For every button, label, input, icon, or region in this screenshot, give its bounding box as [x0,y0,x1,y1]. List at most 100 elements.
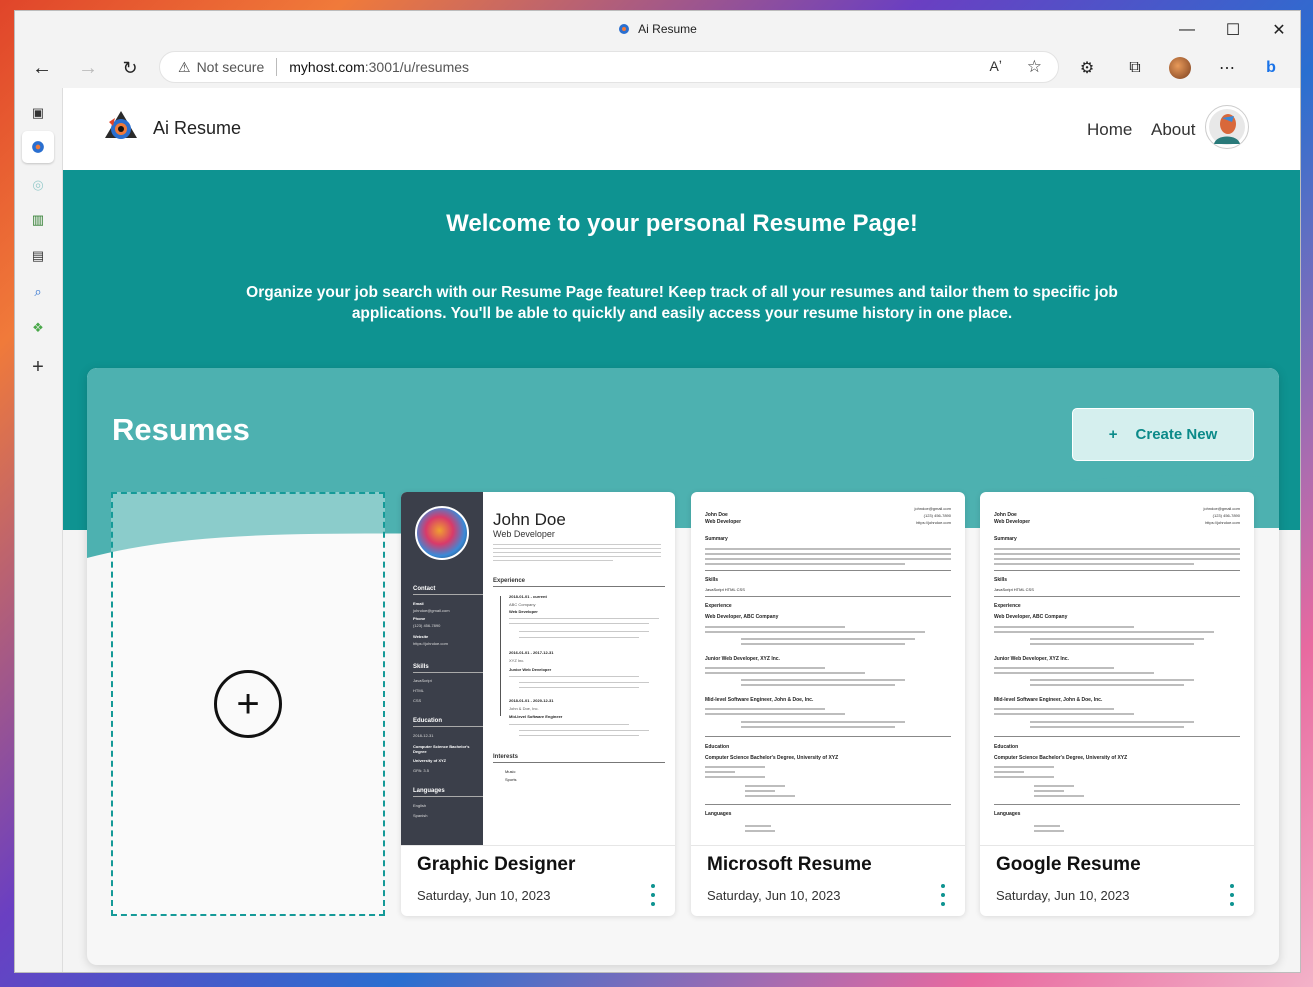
url-text[interactable]: myhost.com:3001/u/resumes [289,59,469,75]
thumb-text-line [1030,726,1184,728]
close-window-button[interactable]: ✕ [1256,11,1300,49]
ai-resume-logo[interactable] [101,108,141,148]
sidebar-tab-board-icon[interactable]: ▥ [26,208,50,232]
thumb-website: https://johndoe.com [916,520,951,525]
favorite-star-icon[interactable]: ☆ [1027,57,1042,77]
thumb-text-line [741,643,905,645]
thumb-text-line [519,682,649,683]
resume-card-graphic-designer[interactable]: John Doe Web Developer Contact Email joh… [401,492,675,916]
thumb-text-line [519,730,649,731]
thumb-text-line [493,560,613,561]
thumb-text-line [741,679,905,681]
collections-icon[interactable]: ⧉ [1123,56,1147,80]
add-plus-glyph: + [236,682,260,726]
user-avatar[interactable] [1205,105,1249,149]
thumb-job-company: XYZ Inc. [509,658,525,663]
thumb-role: Web Developer [493,529,555,539]
sidebar-tab-calendar-icon[interactable]: ▤ [26,244,50,268]
thumb-job-title: Junior Web Developer [509,667,552,672]
thumb-text-line [745,790,775,792]
thumb-text-line [705,626,845,628]
resume-thumbnail[interactable]: John Doe Web Developer johndoe@gmail.com… [980,492,1254,846]
brand-name[interactable]: Ai Resume [153,118,241,139]
sidebar-add-icon[interactable]: + [26,355,50,379]
more-menu-icon[interactable]: ⋯ [1215,56,1239,80]
thumb-skills-heading: Skills [994,577,1008,583]
thumb-job-title: Web Developer, ABC Company [705,614,779,620]
browser-window: Ai Resume — ☐ ✕ ← → ↻ ⚠ Not secure myhos… [14,10,1301,973]
sidebar-tab-leaf-icon[interactable]: ❖ [26,316,50,340]
thumb-experience-heading: Experience [994,603,1021,609]
refresh-button[interactable]: ↻ [115,53,145,83]
card-date: Saturday, Jun 10, 2023 [417,888,551,903]
thumb-education-heading: Education [705,744,730,750]
thumb-job-title: Mid-level Software Engineer [509,714,563,719]
thumb-language-item: Spanish [413,813,428,818]
resume-card-google[interactable]: John Doe Web Developer johndoe@gmail.com… [980,492,1254,916]
thumb-text-line [705,713,845,715]
thumb-language-item: English [413,803,427,808]
url-path: :3001/u/resumes [364,59,470,75]
nav-home-link[interactable]: Home [1087,120,1132,140]
resumes-panel: Resumes + Create New + John Doe Web Deve… [87,368,1279,965]
card-title[interactable]: Microsoft Resume [707,854,872,876]
browser-sidebar: ▣ ◎ ▥ ▤ ⌕ ❖ + [15,87,62,972]
new-resume-card[interactable]: + [111,492,385,916]
thumb-job-company: ABC Company [509,602,536,607]
forward-button[interactable]: → [73,53,103,83]
maximize-button[interactable]: ☐ [1210,11,1256,49]
nav-about-link[interactable]: About [1151,120,1195,140]
thumb-job-title: Web Developer, ABC Company [994,614,1068,620]
thumb-text-line [994,548,1240,550]
thumb-text-line [745,825,771,827]
thumb-skill-line: JavaScript HTML CSS [705,587,745,592]
resume-card-microsoft[interactable]: John Doe Web Developer johndoe@gmail.com… [691,492,965,916]
resume-thumbnail[interactable]: John Doe Web Developer johndoe@gmail.com… [691,492,965,846]
thumb-text-line [705,548,951,550]
thumb-text-line [1034,785,1074,787]
thumb-text-line [493,552,661,553]
address-bar[interactable]: ⚠ Not secure myhost.com:3001/u/resumes A… [159,51,1059,83]
sidebar-search-icon[interactable]: ⌕ [26,280,50,304]
extensions-icon[interactable]: ⚙ [1075,56,1099,80]
app-header: Ai Resume Home About [63,88,1300,170]
profile-avatar-icon[interactable] [1168,56,1192,80]
sidebar-tab-chatgpt-icon[interactable]: ◎ [26,173,50,197]
hero-title: Welcome to your personal Resume Page! [446,210,918,237]
thumb-name: John Doe [493,510,566,529]
thumb-phone-label: Phone [413,616,426,621]
window-title: Ai Resume [15,22,1300,36]
create-new-button[interactable]: + Create New [1072,408,1254,461]
minimize-button[interactable]: — [1164,11,1210,49]
sidebar-tab-ai-resume[interactable] [22,131,54,163]
read-aloud-icon[interactable]: Aʼ [990,58,1002,74]
thumb-name: John Doe [705,512,728,518]
thumb-email: johndoe@gmail.com [413,608,450,613]
thumb-summary-heading: Summary [705,536,728,542]
tab-actions-icon[interactable]: ▣ [26,101,50,125]
back-button[interactable]: ← [27,53,57,83]
thumb-job-title: Junior Web Developer, XYZ Inc. [705,656,780,662]
card-menu-icon[interactable] [1226,884,1238,906]
add-circle-icon[interactable]: + [214,670,282,738]
thumb-text-line [741,726,895,728]
thumb-text-line [705,553,951,555]
card-title[interactable]: Google Resume [996,854,1141,876]
thumb-text-line [1030,721,1194,723]
security-status[interactable]: Not secure [197,59,265,75]
thumb-rule [705,804,951,805]
thumb-experience-heading: Experience [493,578,665,587]
thumb-edu-gpa: GPA: 3.5 [413,768,429,773]
thumb-text-line [1030,638,1204,640]
resume-thumbnail[interactable]: John Doe Web Developer Contact Email joh… [401,492,675,846]
card-menu-icon[interactable] [937,884,949,906]
thumb-text-line [994,708,1114,710]
thumb-summary-heading: Summary [994,536,1017,542]
card-menu-icon[interactable] [647,884,659,906]
resumes-heading: Resumes [112,412,250,447]
card-title[interactable]: Graphic Designer [417,854,575,876]
thumb-job-title: Junior Web Developer, XYZ Inc. [994,656,1069,662]
thumb-text-line [705,776,765,778]
copilot-icon[interactable]: b [1259,56,1283,80]
thumb-text-line [519,637,639,638]
